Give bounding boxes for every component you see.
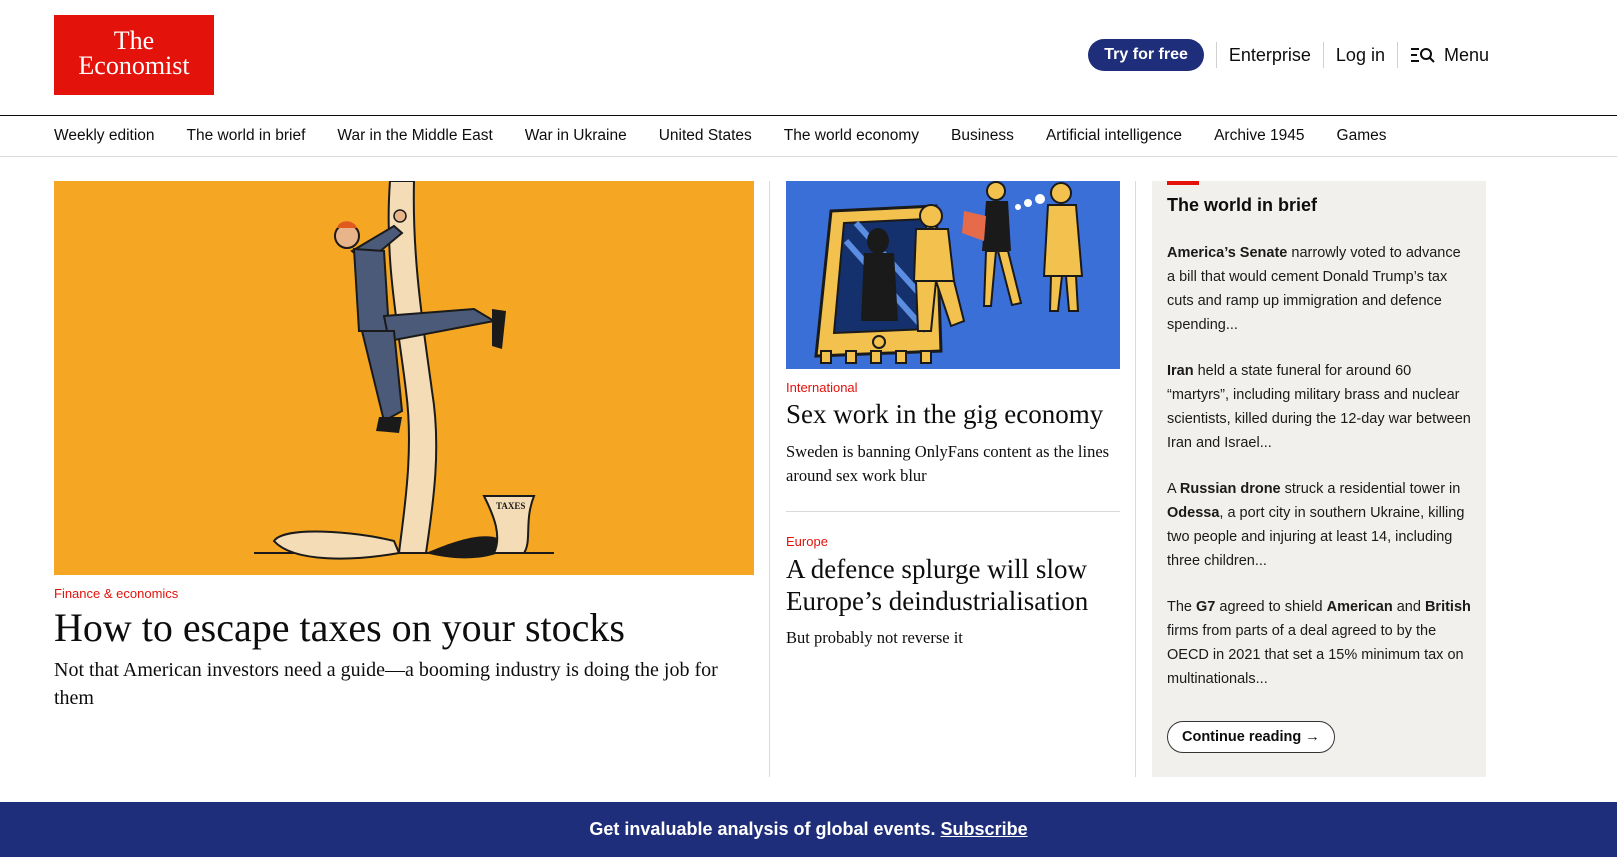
enterprise-link[interactable]: Enterprise xyxy=(1229,45,1311,66)
story2-kicker[interactable]: Europe xyxy=(786,534,828,549)
nav-item-weekly-edition[interactable]: Weekly edition xyxy=(54,127,155,145)
sex-work-story-image[interactable] xyxy=(786,181,1120,369)
taxes-receipt-label: TAXES xyxy=(496,501,525,511)
brief-item: The G7 agreed to shield American and Bri… xyxy=(1167,595,1472,691)
try-for-free-button[interactable]: Try for free xyxy=(1088,39,1204,71)
brief-item-text: firms from parts of a deal agreed to by … xyxy=(1167,623,1464,687)
lead-story-image[interactable]: TAXES xyxy=(54,181,754,575)
continue-reading-button[interactable]: Continue reading → xyxy=(1167,721,1335,753)
brief-item-bold: America’s Senate xyxy=(1167,245,1288,261)
nav-item-games[interactable]: Games xyxy=(1337,127,1387,145)
brief-item-text: and xyxy=(1392,599,1425,615)
story1-kicker[interactable]: International xyxy=(786,380,858,395)
brief-item: A Russian drone struck a residential tow… xyxy=(1167,477,1472,573)
lead-story-description: Not that American investors need a guide… xyxy=(54,659,718,709)
brief-item-bold: Russian drone xyxy=(1179,481,1281,497)
brief-item-bold: American xyxy=(1326,599,1393,615)
menu-label: Menu xyxy=(1443,44,1489,65)
nav-item-middle-east[interactable]: War in the Middle East xyxy=(337,127,492,145)
nav-rule xyxy=(0,156,1617,157)
menu-button[interactable]: Menu xyxy=(1410,45,1489,66)
brief-item-text: struck a residential tower in xyxy=(1280,481,1461,497)
brief-item-bold: Iran xyxy=(1167,363,1194,379)
nav-item-world-economy[interactable]: The world economy xyxy=(784,127,919,145)
column-divider xyxy=(1135,181,1136,777)
brief-item-text: A xyxy=(1167,481,1180,497)
divider xyxy=(1396,42,1398,68)
brief-item-bold: British xyxy=(1424,599,1471,615)
brief-item-text: agreed to shield xyxy=(1215,599,1327,615)
brief-item-text: held a state funeral for around 60 “mart… xyxy=(1167,363,1471,451)
lead-story-title[interactable]: How to escape taxes on your stocks xyxy=(54,604,625,652)
lead-story-kicker[interactable]: Finance & economics xyxy=(54,586,178,601)
header-actions: Try for free Enterprise Log in Menu xyxy=(1088,38,1489,72)
world-in-brief-panel: The world in brief America’s Senate narr… xyxy=(1152,181,1486,777)
login-link[interactable]: Log in xyxy=(1336,45,1385,66)
logo-line-2: Economist xyxy=(78,51,190,80)
economist-logo[interactable]: The Economist xyxy=(54,15,214,95)
brief-item: Iran held a state funeral for around 60 … xyxy=(1167,359,1472,455)
story1-description: Sweden is banning OnlyFans content as th… xyxy=(786,442,1110,485)
nav-item-archive[interactable]: Archive 1945 xyxy=(1214,127,1304,145)
nav-item-ukraine[interactable]: War in Ukraine xyxy=(525,127,627,145)
brief-item-text: The xyxy=(1167,599,1197,615)
divider xyxy=(1215,42,1217,68)
story-divider xyxy=(786,511,1120,512)
nav-item-business[interactable]: Business xyxy=(951,127,1014,145)
brief-item: America’s Senate narrowly voted to advan… xyxy=(1167,241,1472,337)
logo-line-1: The xyxy=(113,26,155,55)
story2-title[interactable]: A defence splurge will slow Europe’s dei… xyxy=(786,553,1120,617)
brief-item-bold: Odessa xyxy=(1167,505,1220,521)
story1-title[interactable]: Sex work in the gig economy xyxy=(786,398,1126,430)
nav-item-world-in-brief[interactable]: The world in brief xyxy=(187,127,306,145)
subscribe-banner: Get invaluable analysis of global events… xyxy=(0,802,1617,857)
brief-title[interactable]: The world in brief xyxy=(1167,195,1317,216)
banner-text: Get invaluable analysis of global events… xyxy=(589,819,936,839)
brief-item-bold: G7 xyxy=(1196,599,1216,615)
section-nav: Weekly edition The world in brief War in… xyxy=(54,116,1419,156)
story2-description: But probably not reverse it xyxy=(786,628,963,647)
brief-accent-bar xyxy=(1167,181,1199,185)
nav-item-ai[interactable]: Artificial intelligence xyxy=(1046,127,1182,145)
subscribe-link[interactable]: Subscribe xyxy=(941,819,1028,840)
divider xyxy=(1322,42,1324,68)
menu-search-icon xyxy=(1410,46,1436,64)
nav-item-united-states[interactable]: United States xyxy=(659,127,752,145)
column-divider xyxy=(769,181,770,777)
